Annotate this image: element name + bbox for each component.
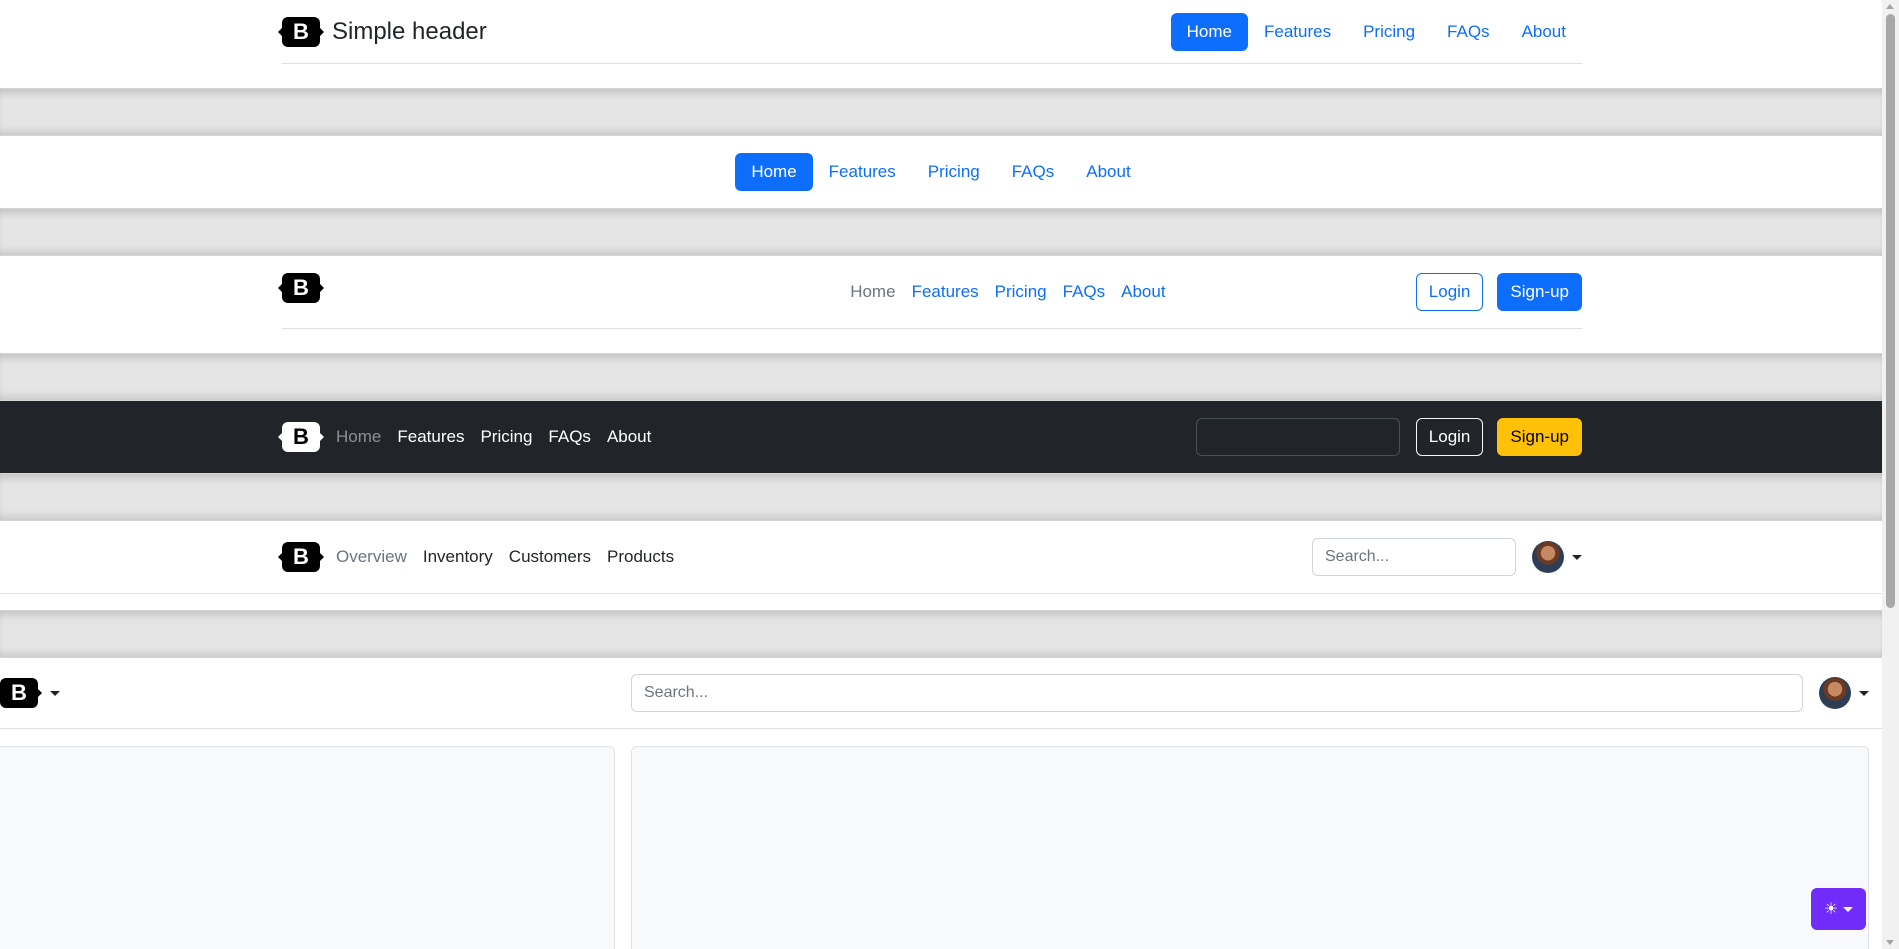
header-simple: B Simple header Home Features Pricing FA… — [0, 0, 1882, 88]
signup-button[interactable]: Sign-up — [1497, 273, 1582, 311]
signup-button[interactable]: Sign-up — [1497, 418, 1582, 456]
chevron-down-icon — [50, 690, 60, 696]
bootstrap-logo-icon[interactable]: B — [278, 273, 324, 303]
scroll-down-icon[interactable] — [1886, 940, 1894, 945]
section-divider — [0, 610, 1882, 658]
bootstrap-logo-icon[interactable]: B — [278, 542, 324, 572]
nav-features[interactable]: Features — [813, 153, 912, 191]
nav-faqs[interactable]: FAQs — [540, 427, 599, 447]
nav-home[interactable]: Home — [842, 282, 903, 302]
nav-about[interactable]: About — [1070, 153, 1146, 191]
sun-icon: ☀ — [1823, 901, 1839, 918]
brand-title: Simple header — [332, 17, 487, 45]
header-dark: B Home Features Pricing FAQs About Login… — [0, 401, 1882, 473]
chevron-down-icon — [1843, 906, 1854, 912]
search-input[interactable]: Search... — [631, 674, 1803, 712]
header-with-buttons: B Home Features Pricing FAQs About Login… — [0, 256, 1882, 353]
nav-pricing[interactable]: Pricing — [912, 153, 996, 191]
chevron-down-icon — [1572, 554, 1582, 560]
sidebar-panel — [0, 746, 615, 949]
header-app: B Overview Inventory Customers Products … — [0, 521, 1882, 594]
brand-dropdown[interactable]: B — [0, 678, 60, 708]
nav-faqs[interactable]: FAQs — [996, 153, 1071, 191]
nav-faqs[interactable]: FAQs — [1055, 282, 1114, 302]
main-panel — [631, 746, 1869, 949]
scrollbar[interactable] — [1882, 0, 1899, 949]
nav-pricing[interactable]: Pricing — [987, 282, 1055, 302]
nav-overview[interactable]: Overview — [328, 547, 415, 567]
nav-about[interactable]: About — [1113, 282, 1173, 302]
nav-pills: Home Features Pricing FAQs About — [1170, 12, 1582, 51]
nav-customers[interactable]: Customers — [501, 547, 599, 567]
header-dashboard: B Search... — [0, 658, 1882, 729]
nav-pills-centered: Home Features Pricing FAQs About — [735, 153, 1146, 191]
nav-faqs[interactable]: FAQs — [1431, 13, 1506, 51]
nav-links: Home Features Pricing FAQs About — [842, 282, 1173, 302]
section-divider — [0, 208, 1882, 256]
nav-inventory[interactable]: Inventory — [415, 547, 501, 567]
bootstrap-logo-icon[interactable]: B — [278, 422, 324, 452]
bootstrap-logo-icon: B — [0, 678, 42, 708]
header-centered: Home Features Pricing FAQs About — [0, 136, 1882, 208]
app-nav-links: Overview Inventory Customers Products — [328, 547, 682, 567]
auth-buttons: Login Sign-up — [1415, 273, 1582, 311]
search-input[interactable] — [1195, 418, 1400, 456]
nav-pricing[interactable]: Pricing — [1347, 13, 1431, 51]
scroll-up-icon[interactable] — [1886, 4, 1894, 9]
nav-features[interactable]: Features — [904, 282, 987, 302]
login-button[interactable]: Login — [1415, 273, 1484, 311]
section-divider — [0, 473, 1882, 521]
user-dropdown[interactable] — [1819, 677, 1869, 709]
user-dropdown[interactable] — [1532, 541, 1582, 573]
brand-link[interactable]: B Simple header — [278, 16, 487, 47]
search-input[interactable]: Search... — [1312, 538, 1516, 576]
bootstrap-logo-icon: B — [278, 16, 324, 47]
theme-toggle-button[interactable]: ☀ — [1811, 888, 1866, 930]
chevron-down-icon — [1859, 690, 1869, 696]
nav-pricing[interactable]: Pricing — [472, 427, 540, 447]
nav-about[interactable]: About — [1506, 13, 1582, 51]
nav-features[interactable]: Features — [389, 427, 472, 447]
section-divider — [0, 88, 1882, 136]
scroll-thumb[interactable] — [1886, 14, 1895, 608]
avatar — [1819, 677, 1851, 709]
nav-home[interactable]: Home — [735, 153, 813, 191]
nav-links-dark: Home Features Pricing FAQs About — [328, 427, 659, 447]
section-divider — [0, 353, 1882, 401]
nav-about[interactable]: About — [599, 427, 659, 447]
avatar — [1532, 541, 1564, 573]
login-button[interactable]: Login — [1415, 418, 1484, 456]
nav-home[interactable]: Home — [328, 427, 389, 447]
nav-home[interactable]: Home — [1170, 12, 1248, 51]
page: B Simple header Home Features Pricing FA… — [0, 0, 1882, 949]
nav-products[interactable]: Products — [599, 547, 682, 567]
nav-features[interactable]: Features — [1248, 13, 1347, 51]
